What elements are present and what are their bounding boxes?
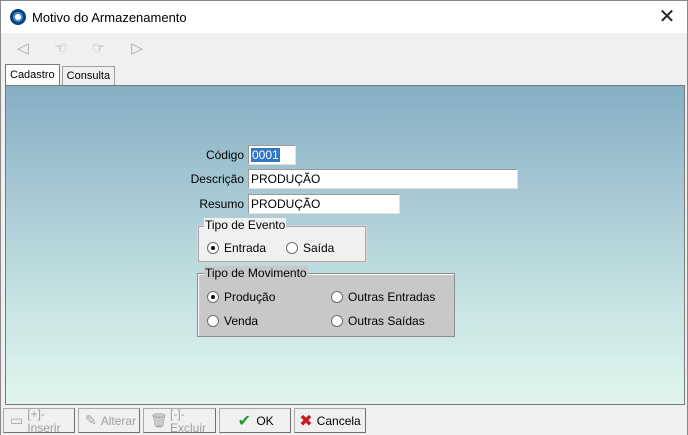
- tab-strip: Cadastro Consulta: [5, 64, 117, 86]
- edit-icon: ✎: [85, 412, 97, 428]
- radio-saida-indicator[interactable]: [286, 242, 298, 254]
- radio-venda-indicator[interactable]: [207, 315, 219, 327]
- resumo-field[interactable]: PRODUÇÃO: [248, 194, 400, 214]
- app-icon: [10, 9, 26, 25]
- tipo-movimento-group: Tipo de Movimento Produção Outras Entrad…: [197, 266, 455, 337]
- radio-producao-indicator[interactable]: [207, 291, 219, 303]
- insert-icon: ▭: [10, 412, 24, 428]
- window-title: Motivo do Armazenamento: [32, 10, 187, 25]
- checkmark-icon: ✔: [237, 412, 252, 430]
- excluir-button[interactable]: 🗑 [-]-Excluir: [143, 406, 216, 435]
- descricao-field[interactable]: PRODUÇÃO: [248, 169, 518, 189]
- radio-saida[interactable]: Saída: [286, 241, 334, 255]
- previous-record-icon[interactable]: ☜: [49, 38, 73, 58]
- ok-label: OK: [256, 413, 274, 428]
- alterar-button[interactable]: ✎ Alterar: [78, 408, 140, 433]
- radio-entrada-indicator[interactable]: [207, 242, 219, 254]
- radio-outras-entradas-label: Outras Entradas: [348, 290, 436, 304]
- close-button[interactable]: ✕: [655, 5, 679, 29]
- navigation-toolbar: ◁ ☜ ☞ ▷: [1, 34, 687, 62]
- codigo-field[interactable]: 0001: [248, 145, 296, 165]
- tab-cadastro[interactable]: Cadastro: [5, 64, 60, 86]
- alterar-label: Alterar: [100, 413, 137, 428]
- tipo-movimento-legend: Tipo de Movimento: [204, 266, 308, 280]
- resumo-label: Resumo: [199, 197, 244, 211]
- radio-outras-entradas[interactable]: Outras Entradas: [331, 290, 435, 304]
- inserir-button[interactable]: ▭ [+]-Inserir: [3, 406, 75, 435]
- radio-saida-label: Saída: [303, 241, 335, 255]
- radio-outras-saidas[interactable]: Outras Saídas: [331, 314, 425, 328]
- inserir-label: [+]-Inserir: [27, 406, 61, 435]
- radio-venda[interactable]: Venda: [207, 314, 258, 328]
- next-record-icon[interactable]: ☞: [87, 38, 111, 58]
- radio-venda-label: Venda: [224, 314, 259, 328]
- action-bar: ▭ [+]-Inserir ✎ Alterar 🗑 [-]-Excluir ✔ …: [1, 406, 687, 435]
- descricao-label: Descrição: [190, 172, 244, 186]
- last-record-icon[interactable]: ▷: [125, 38, 149, 58]
- codigo-label: Código: [205, 148, 244, 162]
- radio-outras-saidas-indicator[interactable]: [331, 315, 343, 327]
- radio-entrada-label: Entrada: [224, 241, 267, 255]
- title-bar: Motivo do Armazenamento ✕: [1, 1, 687, 33]
- cancel-x-icon: ✖: [299, 412, 313, 430]
- ok-button[interactable]: ✔ OK: [219, 408, 291, 433]
- radio-producao-label: Produção: [224, 290, 276, 304]
- radio-producao[interactable]: Produção: [207, 290, 275, 304]
- radio-outras-saidas-label: Outras Saídas: [348, 314, 425, 328]
- trash-icon: 🗑: [150, 412, 168, 428]
- window: Motivo do Armazenamento ✕ ◁ ☜ ☞ ▷ Cadast…: [0, 0, 688, 435]
- tipo-evento-group: Tipo de Evento Entrada Saída: [197, 218, 367, 263]
- radio-entrada[interactable]: Entrada: [207, 241, 266, 255]
- cadastro-panel: Código 0001 Descrição PRODUÇÃO Resumo PR…: [5, 85, 685, 405]
- excluir-label: [-]-Excluir: [170, 406, 207, 435]
- tipo-evento-legend: Tipo de Evento: [204, 218, 287, 232]
- tab-consulta[interactable]: Consulta: [61, 66, 116, 86]
- radio-outras-entradas-indicator[interactable]: [331, 291, 343, 303]
- codigo-value: 0001: [251, 148, 280, 162]
- cancela-button[interactable]: ✖ Cancela: [294, 408, 366, 433]
- first-record-icon[interactable]: ◁: [11, 38, 35, 58]
- cancela-label: Cancela: [316, 413, 361, 428]
